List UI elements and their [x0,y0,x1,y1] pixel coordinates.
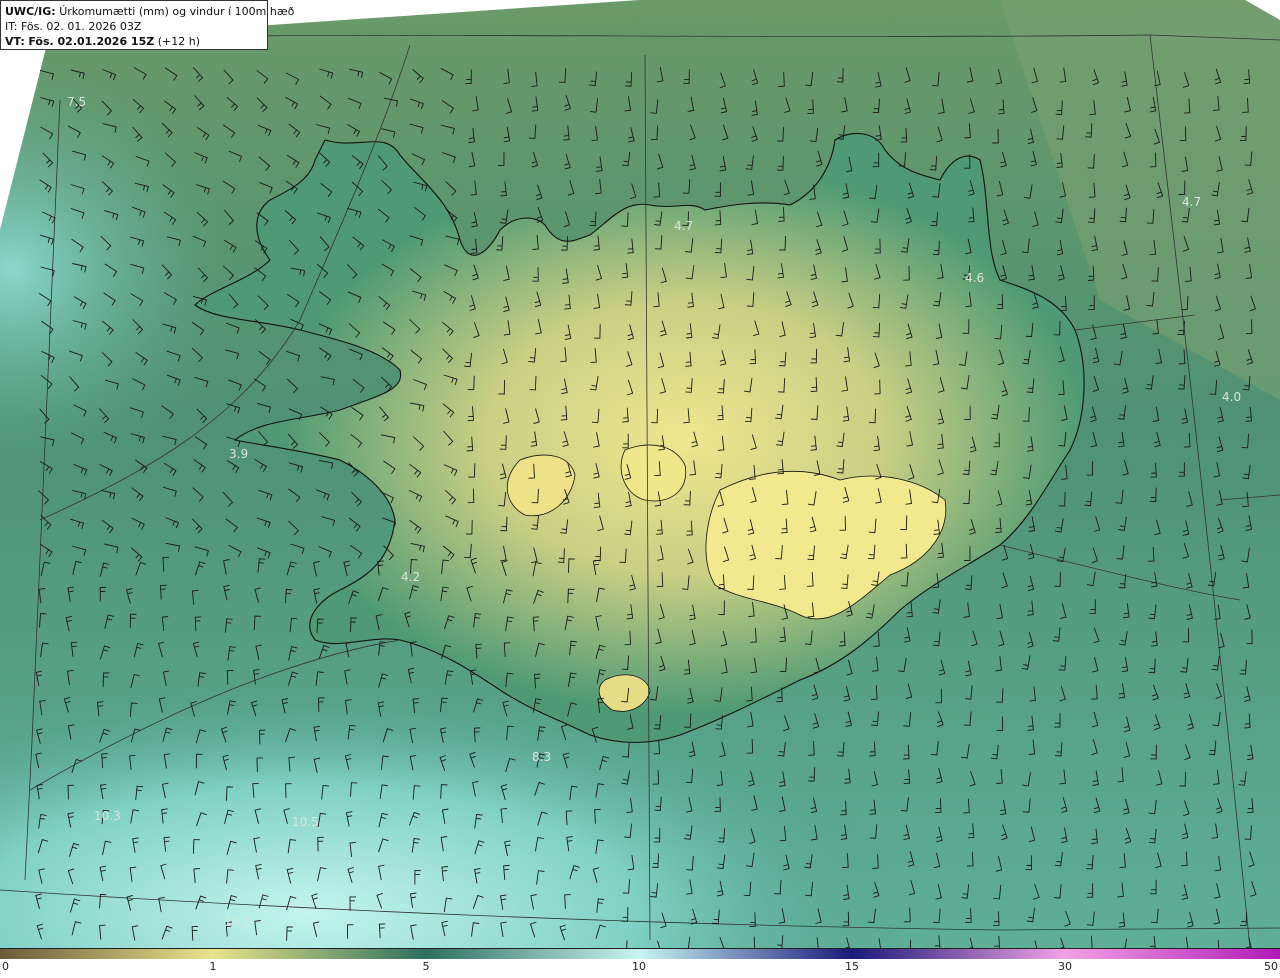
colorbar-tick: 5 [422,960,430,973]
value-label: 4.0 [1222,390,1242,404]
it-label: IT: [5,20,18,33]
value-label: 10.3 [94,809,121,823]
vt-value: Fös. 02.01.2026 15Z [28,35,155,48]
colorbar-segment-1-5 [213,949,426,959]
colorbar-segment-15-30 [852,949,1065,959]
colorbar-tick: 30 [1058,960,1072,973]
value-label: 4.7 [1182,195,1202,209]
precipitation-colorbar [0,948,1280,959]
colorbar-tick: 1 [209,960,217,973]
colorbar-segment-10-15 [639,949,852,959]
map-title: Úrkomumætti (mm) og vindur í 100m hæð [59,5,295,18]
value-label: 10.5 [292,815,319,829]
colorbar-segment-0-1 [0,949,213,959]
map-title-box: UWC/IG: Úrkomumætti (mm) og vindur í 100… [0,0,294,50]
it-value: Fös. 02. 01. 2026 03Z [20,20,142,33]
map-canvas [0,0,1280,948]
value-label: 4.7 [674,219,694,233]
forecast-map[interactable]: UWC/IG: Úrkomumætti (mm) og vindur í 100… [0,0,1280,948]
value-label: 4.2 [401,570,421,584]
value-label: 3.9 [229,447,249,461]
vt-label: VT: [5,35,25,48]
value-label: 10.2 [224,915,251,929]
colorbar-segment-5-10 [426,949,639,959]
value-label: 4.6 [965,271,985,285]
colorbar-tick: 10 [632,960,646,973]
colorbar-tick: 0 [2,960,9,973]
lead-time: (+12 h) [157,35,200,48]
value-label: 8.3 [532,750,552,764]
value-label: 7.5 [67,95,87,109]
colorbar-tick: 50 [1264,960,1278,973]
model-name: UWC/IG: [5,5,56,18]
colorbar-tick: 15 [845,960,859,973]
colorbar-segment-30-50 [1065,949,1280,959]
